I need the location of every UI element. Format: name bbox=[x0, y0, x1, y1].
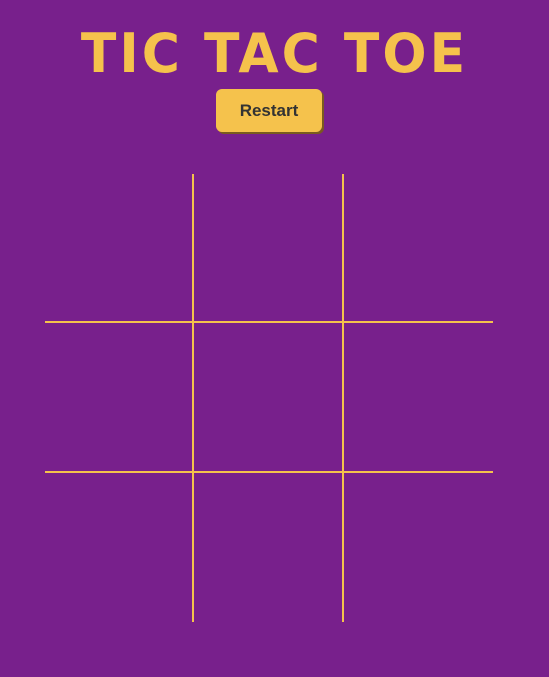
board-cell-8[interactable] bbox=[194, 473, 344, 622]
game-board bbox=[45, 174, 495, 624]
game-title: TIC TAC TOE bbox=[80, 22, 469, 86]
board-cell-3[interactable] bbox=[344, 174, 493, 323]
board-cell-6[interactable] bbox=[344, 323, 493, 473]
board-cell-5[interactable] bbox=[194, 323, 344, 473]
board-cell-1[interactable] bbox=[45, 174, 194, 323]
restart-button[interactable]: Restart bbox=[216, 89, 322, 132]
board-cell-4[interactable] bbox=[45, 323, 194, 473]
board-cell-2[interactable] bbox=[194, 174, 344, 323]
board-cell-7[interactable] bbox=[45, 473, 194, 622]
board-cell-9[interactable] bbox=[344, 473, 493, 622]
